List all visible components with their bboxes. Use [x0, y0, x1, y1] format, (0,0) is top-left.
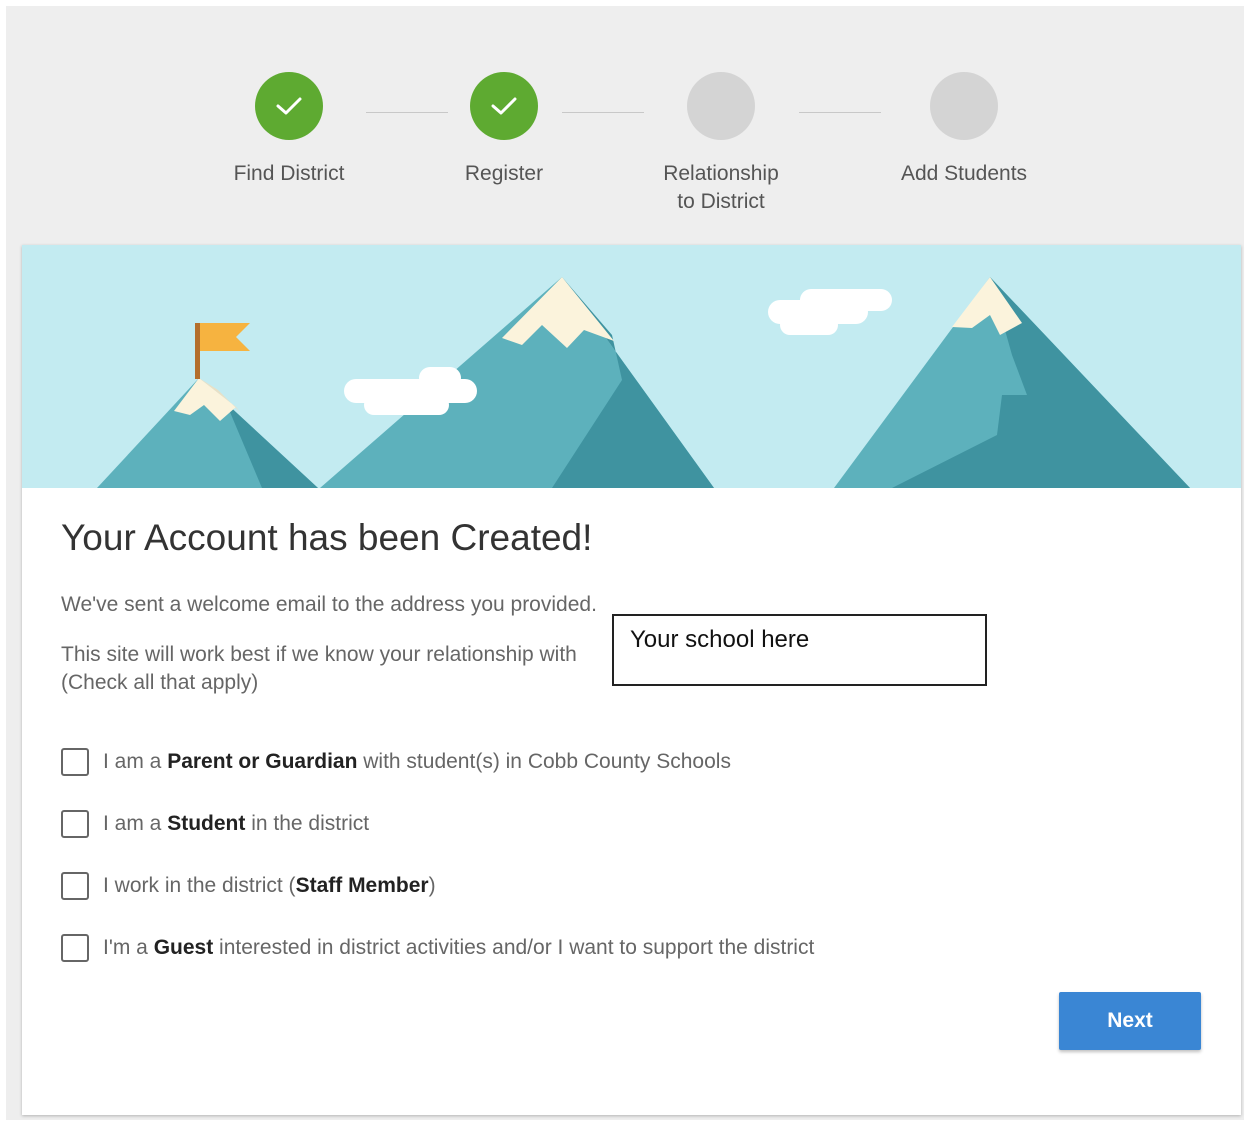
step-label-line: Relationship	[663, 162, 779, 185]
checkbox[interactable]	[61, 934, 89, 962]
option-guest[interactable]: I'm a Guest interested in district activ…	[61, 934, 814, 962]
next-button[interactable]: Next	[1059, 992, 1201, 1050]
step-add-students: Add Students	[864, 72, 1064, 188]
step-label: Add Students	[900, 162, 1028, 185]
relationship-prompt-text: This site will work best if we know your…	[61, 643, 577, 666]
option-parent-guardian[interactable]: I am a Parent or Guardian with student(s…	[61, 748, 731, 776]
checkbox[interactable]	[61, 810, 89, 838]
check-hint: (Check all that apply)	[61, 671, 259, 694]
school-name-placeholder: Your school here	[612, 614, 987, 686]
check-icon	[255, 72, 323, 140]
option-label: I work in the district (Staff Member)	[103, 874, 436, 897]
step-register: Register	[404, 72, 604, 188]
option-label: I'm a Guest interested in district activ…	[103, 936, 815, 959]
mountains-illustration	[22, 245, 1241, 488]
option-staff-member[interactable]: I work in the district (Staff Member)	[61, 872, 436, 900]
account-created-card: Your Account has been Created! We've sen…	[22, 245, 1241, 1115]
step-label: Relationship to District	[621, 160, 821, 216]
page-title: Your Account has been Created!	[61, 517, 593, 558]
step-label-line: to District	[677, 190, 765, 213]
option-student[interactable]: I am a Student in the district	[61, 810, 369, 838]
check-icon	[470, 72, 538, 140]
step-relationship: Relationship to District	[621, 72, 821, 216]
step-label: Find District	[233, 162, 345, 185]
step-label: Register	[464, 162, 544, 185]
checkbox[interactable]	[61, 748, 89, 776]
step-circle	[930, 72, 998, 140]
relationship-prompt: This site will work best if we know your…	[61, 641, 577, 697]
email-notice: We've sent a welcome email to the addres…	[61, 593, 597, 616]
option-label: I am a Parent or Guardian with student(s…	[103, 750, 731, 773]
step-circle	[687, 72, 755, 140]
option-label: I am a Student in the district	[103, 812, 370, 835]
checkbox[interactable]	[61, 872, 89, 900]
step-find-district: Find District	[189, 72, 389, 188]
